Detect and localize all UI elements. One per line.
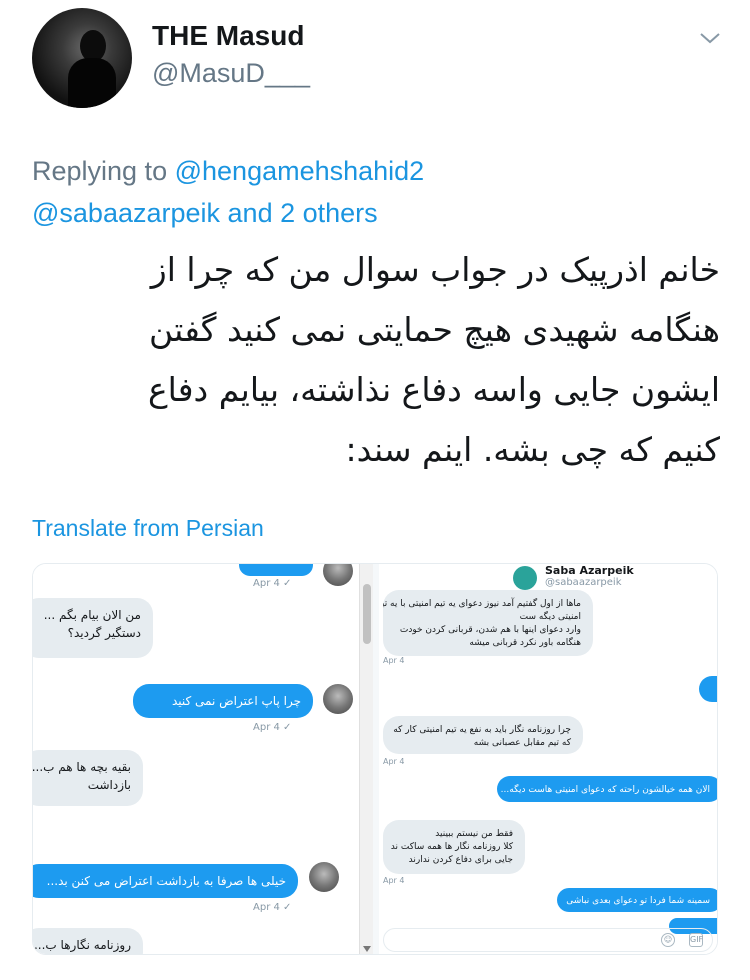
dm-screenshot-left: Apr 4 ✓ من الان بیام بگم ... دستگیر گردی… xyxy=(33,564,373,954)
message-text: که تیم مقابل عصبانی بشه xyxy=(473,738,571,748)
message-text: چرا روزنامه نگار باید به نفع یه تیم امنی… xyxy=(393,725,571,735)
message-text: سمینه شما فردا تو دعوای بعدی نباشی xyxy=(566,896,710,906)
message-text: بازداشت xyxy=(87,778,131,792)
user-avatar xyxy=(323,684,353,714)
profile-name: Saba Azarpeik xyxy=(545,564,634,577)
profile-avatar xyxy=(513,566,537,590)
message-bubble-grey: فقط من نیستم ببینید کلا روزنامه نگار ها … xyxy=(383,820,525,874)
user-avatar xyxy=(323,564,353,586)
scrollbar[interactable] xyxy=(359,564,373,954)
message-text: بقیه بچه ها هم ب... xyxy=(33,760,131,774)
message-bubble-grey: من الان بیام بگم ... دستگیر گردید؟ xyxy=(33,598,153,658)
user-avatar xyxy=(309,862,339,892)
others-link[interactable]: and 2 others xyxy=(228,198,378,228)
message-bubble-grey: چرا روزنامه نگار باید به نفع یه تیم امنی… xyxy=(383,716,583,754)
tweet-line: کنیم که چی بشه. اینم سند: xyxy=(345,430,720,469)
author-avatar[interactable] xyxy=(32,8,132,108)
mention-link[interactable]: @hengamehshahid2 xyxy=(175,156,425,186)
gif-icon[interactable]: GIF xyxy=(689,933,703,947)
translate-link[interactable]: Translate from Persian xyxy=(32,515,264,542)
author-name[interactable]: THE Masud xyxy=(152,20,304,52)
message-bubble-blue xyxy=(699,676,717,702)
message-text: جایی برای دفاع کردن ندارند xyxy=(408,855,513,865)
replying-to: Replying to @hengamehshahid2 @sabaazarpe… xyxy=(32,150,424,234)
timestamp: Apr 4 ✓ xyxy=(253,722,292,733)
replying-to-prefix: Replying to xyxy=(32,156,168,186)
message-bubble-grey: روزنامه نگارها ب... xyxy=(33,928,143,954)
timestamp: Apr 4 xyxy=(383,876,405,885)
tweet-line: خانم اذرپیک در جواب سوال من که چرا از xyxy=(150,250,720,289)
tweet-line: ایشون جایی واسه دفاع نذاشته، بیایم دفاع xyxy=(147,370,720,409)
message-bubble-grey: ماها از اول گفتیم آمد نیوز دعوای یه تیم … xyxy=(383,590,593,656)
message-text: فقط من نیستم ببینید xyxy=(435,829,513,839)
dm-screenshot-right: Saba Azarpeik @sabaazarpeik ماها از اول … xyxy=(379,564,717,954)
message-text: امنیتی دیگه ست xyxy=(519,612,581,622)
profile-handle: @sabaazarpeik xyxy=(545,577,622,588)
message-text: وارد دعوای اینها با هم شدن، قربانی کردن … xyxy=(399,625,581,635)
message-bubble-blue: خیلی ها صرفا به بازداشت اعتراض می کنن بد… xyxy=(33,864,298,898)
timestamp: Apr 4 ✓ xyxy=(253,902,292,913)
timestamp: Apr 4 xyxy=(383,757,405,766)
scrollbar-thumb[interactable] xyxy=(363,584,371,644)
attached-image[interactable]: Apr 4 ✓ من الان بیام بگم ... دستگیر گردی… xyxy=(32,563,718,955)
message-bubble-blue: سمینه شما فردا تو دعوای بعدی نباشی xyxy=(557,888,717,912)
message-text: کلا روزنامه نگار ها همه ساکت ند xyxy=(390,842,513,852)
message-text: هنگامه باور نکرد قربانی میشه xyxy=(469,638,581,648)
message-bubble-blue: الان همه خیالشون راحته که دعوای امنیتی ه… xyxy=(497,776,717,802)
timestamp: Apr 4 xyxy=(383,656,405,665)
tweet-text: خانم اذرپیک در جواب سوال من که چرا از هن… xyxy=(40,240,720,480)
message-text: خیلی ها صرفا به بازداشت اعتراض می کنن بد… xyxy=(46,874,286,888)
message-bubble-blue: چرا پاپ اعتراض نمی کنید xyxy=(133,684,313,718)
message-text: الان همه خیالشون راحته که دعوای امنیتی ه… xyxy=(500,785,710,795)
emoji-icon[interactable]: ☺ xyxy=(661,933,675,947)
tweet-line: هنگامه شهیدی هیچ حمایتی نمی کنید گفتن xyxy=(149,310,720,349)
message-text: من الان بیام بگم ... xyxy=(43,608,141,622)
message-text: ماها از اول گفتیم آمد نیوز دعوای یه تیم … xyxy=(383,599,581,609)
author-handle[interactable]: @MasuD___ xyxy=(152,58,310,89)
message-text: روزنامه نگارها ب... xyxy=(33,938,131,952)
message-text: چرا پاپ اعتراض نمی کنید xyxy=(171,694,301,708)
avatar-silhouette-body xyxy=(68,58,116,108)
mention-link[interactable]: @sabaazarpeik xyxy=(32,198,220,228)
message-bubble-grey: بقیه بچه ها هم ب... بازداشت xyxy=(33,750,143,806)
timestamp: Apr 4 ✓ xyxy=(253,578,292,589)
chevron-down-icon[interactable] xyxy=(698,26,722,50)
scroll-down-arrow-icon[interactable] xyxy=(363,946,371,952)
message-bubble-blue xyxy=(239,564,313,576)
message-text: دستگیر گردید؟ xyxy=(67,626,141,640)
